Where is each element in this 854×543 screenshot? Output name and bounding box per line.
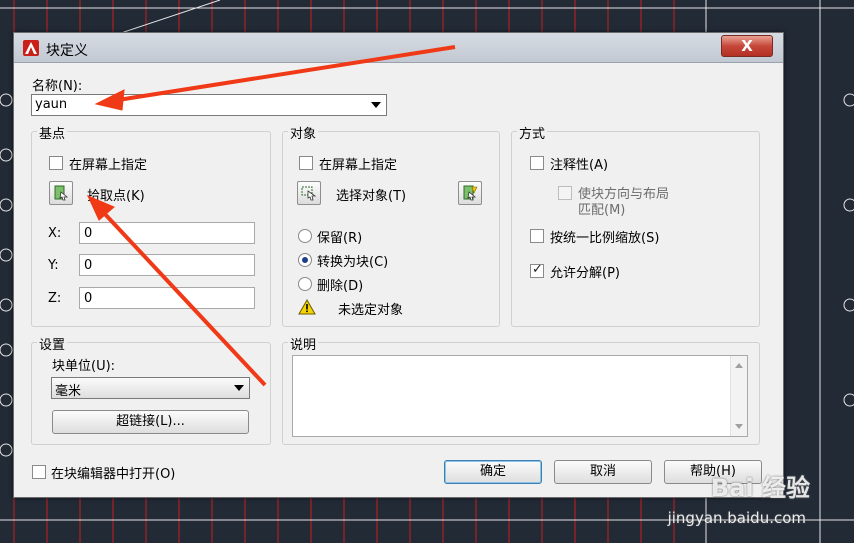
scroll-down-icon[interactable]	[735, 424, 743, 429]
block-unit-label: 块单位(U):	[52, 359, 116, 374]
allow-exploding-checkbox[interactable]: ✓	[530, 262, 544, 278]
convert-to-block-label: 转换为块(C)	[317, 255, 389, 270]
cancel-button[interactable]: 取消	[554, 460, 652, 484]
chevron-down-icon[interactable]	[234, 385, 244, 391]
scale-uniformly-checkbox[interactable]	[530, 229, 544, 243]
annotative-checkbox[interactable]	[530, 156, 544, 170]
name-combobox[interactable]: yaun	[31, 94, 387, 116]
z-value: 0	[84, 291, 93, 306]
block-definition-dialog: 块定义 X 名称(N): yaun 基点 在屏幕上指定 拾取点(K) X: 0 …	[13, 32, 784, 498]
match-orientation-checkbox[interactable]	[558, 186, 572, 200]
select-objects-icon	[301, 186, 317, 201]
z-label: Z:	[48, 291, 62, 306]
warning-icon	[298, 299, 316, 315]
annotative-label: 注释性(A)	[550, 158, 609, 173]
ok-button[interactable]: 确定	[444, 460, 542, 484]
base-point-specify-checkbox[interactable]	[49, 156, 63, 170]
dialog-title: 块定义	[46, 43, 88, 59]
objects-title: 对象	[288, 123, 319, 142]
retain-radio[interactable]	[298, 229, 312, 243]
x-value: 0	[84, 226, 93, 241]
y-label: Y:	[48, 258, 59, 273]
select-objects-button[interactable]	[297, 181, 321, 205]
pick-point-icon	[54, 185, 69, 201]
base-point-title: 基点	[37, 123, 68, 142]
name-label: 名称(N):	[32, 79, 83, 94]
objects-specify-checkbox[interactable]	[299, 156, 313, 170]
block-unit-select[interactable]: 毫米	[51, 377, 250, 399]
description-scrollbar[interactable]	[730, 356, 747, 436]
x-input[interactable]: 0	[79, 222, 255, 244]
name-value: yaun	[35, 97, 68, 112]
pick-point-button[interactable]	[49, 181, 73, 205]
hyperlink-button[interactable]: 超链接(L)...	[52, 410, 249, 434]
retain-label: 保留(R)	[317, 231, 363, 246]
allow-exploding-label: 允许分解(P)	[550, 266, 620, 281]
z-input[interactable]: 0	[79, 287, 255, 309]
description-title: 说明	[288, 334, 319, 353]
chevron-down-icon[interactable]	[371, 102, 381, 108]
x-label: X:	[48, 226, 62, 241]
block-unit-value: 毫米	[55, 384, 82, 399]
delete-radio[interactable]	[298, 277, 312, 291]
delete-label: 删除(D)	[317, 279, 364, 294]
y-value: 0	[84, 258, 93, 273]
quick-select-icon	[463, 185, 478, 201]
scale-uniformly-label: 按统一比例缩放(S)	[550, 231, 660, 246]
description-textarea[interactable]	[292, 355, 748, 437]
y-input[interactable]: 0	[79, 254, 255, 276]
behavior-title: 方式	[517, 123, 548, 142]
base-point-specify-label: 在屏幕上指定	[69, 158, 148, 173]
objects-specify-label: 在屏幕上指定	[319, 158, 398, 173]
convert-to-block-radio[interactable]	[298, 253, 312, 267]
open-in-editor-label: 在块编辑器中打开(O)	[51, 467, 176, 482]
match-orientation-label-2: 匹配(M)	[578, 203, 626, 218]
settings-title: 设置	[37, 334, 68, 353]
pick-point-label: 拾取点(K)	[87, 189, 145, 204]
baidu-watermark-url: jingyan.baidu.com	[667, 509, 806, 527]
baidu-watermark: Bai 经验	[710, 474, 810, 502]
close-button[interactable]: X	[721, 35, 773, 57]
scroll-up-icon[interactable]	[735, 363, 743, 368]
quick-select-button[interactable]	[458, 181, 482, 205]
open-in-editor-checkbox[interactable]	[32, 465, 46, 479]
no-objects-selected-status: 未选定对象	[338, 303, 404, 318]
autocad-logo-icon	[23, 40, 39, 56]
select-objects-label: 选择对象(T)	[336, 189, 407, 204]
title-bar[interactable]: 块定义 X	[14, 33, 783, 63]
checkmark-icon: ✓	[532, 262, 543, 277]
